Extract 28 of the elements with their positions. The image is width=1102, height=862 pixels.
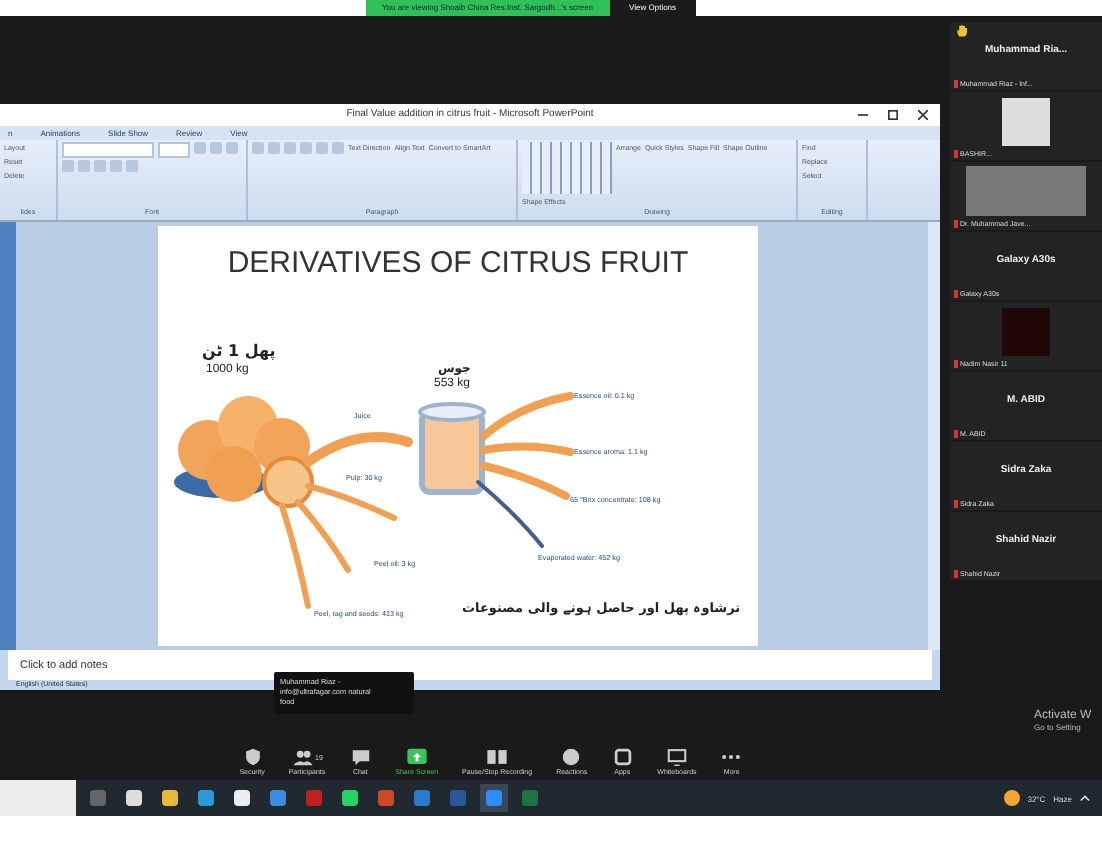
- speech-bubble-icon: [349, 746, 372, 768]
- scrollbar[interactable]: [928, 221, 940, 651]
- glass-drawing: [418, 402, 486, 495]
- taskbar-app-icon[interactable]: [120, 784, 148, 812]
- pause-stop-icon: [486, 746, 509, 768]
- shapes-gallery-icon[interactable]: [522, 141, 612, 194]
- font-size-field[interactable]: [158, 141, 190, 158]
- people-icon: [291, 746, 314, 768]
- taskbar-app-icon[interactable]: [228, 784, 256, 812]
- maximize-icon[interactable]: [888, 110, 898, 120]
- slide-label: پھل 1 ٹن: [202, 342, 276, 360]
- whiteboard-icon: [665, 746, 688, 768]
- share-screen-icon: [405, 746, 428, 768]
- taskbar-app-icon[interactable]: [336, 784, 364, 812]
- chevron-up-icon[interactable]: [1080, 794, 1090, 802]
- weather-icon: [1003, 790, 1020, 806]
- search-field[interactable]: [0, 780, 76, 816]
- video-placeholder: [1002, 98, 1050, 146]
- font-name-field[interactable]: [62, 141, 154, 158]
- video-placeholder: [966, 166, 1086, 216]
- taskbar-app-icon[interactable]: [156, 784, 184, 812]
- minimize-icon[interactable]: [858, 110, 868, 120]
- video-placeholder: [1002, 308, 1050, 356]
- close-icon[interactable]: [918, 110, 928, 120]
- oranges-drawing: [174, 396, 314, 508]
- slide-title: DERIVATIVES OF CITRUS FRUIT: [225, 246, 691, 280]
- apps-icon: [611, 746, 634, 768]
- shield-icon: [241, 746, 264, 768]
